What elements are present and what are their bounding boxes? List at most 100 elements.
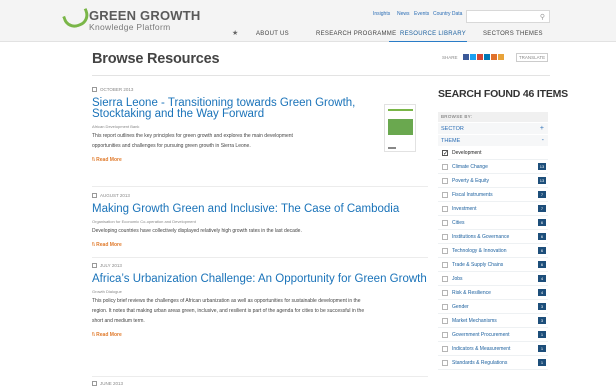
theme-filter-item[interactable]: Government Procurement 1 (438, 328, 548, 342)
leaf-logo-icon (64, 9, 86, 27)
search-input[interactable]: ⚲ (466, 10, 550, 23)
theme-filter-label[interactable]: Market Mechanisms (452, 318, 497, 324)
checkbox[interactable] (442, 147, 448, 161)
theme-filter-label[interactable]: Gender (452, 304, 469, 310)
theme-filter-label[interactable]: Development (452, 150, 481, 156)
theme-filter-item[interactable]: Technology & Innovation 6 (438, 244, 548, 258)
resource-title-link[interactable]: Making Growth Green and Inclusive: The C… (92, 203, 428, 215)
page-title: Browse Resources (92, 51, 220, 67)
theme-filter-item[interactable]: Investment 7 (438, 202, 548, 216)
theme-filter-item[interactable]: Institutions & Governance 6 (438, 230, 548, 244)
search-icon[interactable]: ⚲ (540, 13, 545, 21)
nav-research-programme[interactable]: RESEARCH PROGRAMME (316, 31, 396, 37)
theme-filter-label[interactable]: Investment (452, 206, 476, 212)
email-icon[interactable] (491, 54, 497, 60)
more-share-icon[interactable] (498, 54, 504, 60)
resource-thumbnail[interactable] (384, 104, 416, 152)
resource-org: Growth Dialogue (92, 289, 122, 294)
site-header: GREEN GROWTH Knowledge Platform Insights… (0, 0, 616, 43)
theme-filter-label[interactable]: Standards & Regulations (452, 360, 507, 366)
count-badge: 6 (538, 261, 546, 268)
checkbox[interactable] (442, 346, 448, 352)
count-badge: 4 (538, 289, 546, 296)
theme-filter-label[interactable]: Climate Change (452, 164, 488, 170)
theme-filter-label[interactable]: Institutions & Governance (452, 234, 509, 240)
calendar-icon (92, 263, 97, 268)
count-badge: 3 (538, 303, 546, 310)
theme-filter-label[interactable]: Jobs (452, 276, 463, 282)
theme-filter-item[interactable]: Standards & Regulations 1 (438, 356, 548, 370)
checkbox[interactable] (442, 262, 448, 268)
translate-button[interactable]: TRANSLATE (516, 53, 548, 62)
resource-title-link[interactable]: Sierra Leone - Transitioning towards Gre… (92, 97, 382, 120)
resource-date: AUGUST 2013 (100, 193, 130, 198)
count-badge: 13 (538, 177, 546, 184)
checkbox[interactable] (442, 318, 448, 324)
facebook-icon[interactable] (463, 54, 469, 60)
theme-filter-item[interactable]: Indicators & Measurement 1 (438, 342, 548, 356)
share-buttons (463, 54, 504, 60)
read-more-link[interactable]: \\ Read More (92, 242, 428, 248)
checkbox[interactable] (442, 248, 448, 254)
theme-filter-item[interactable]: Cities 6 (438, 216, 548, 230)
checkbox[interactable] (442, 276, 448, 282)
count-badge: 1 (538, 345, 546, 352)
theme-filter-item[interactable]: Trade & Supply Chains 6 (438, 258, 548, 272)
twitter-icon[interactable] (470, 54, 476, 60)
google-plus-icon[interactable] (477, 54, 483, 60)
resource-item: AUGUST 2013 Making Growth Green and Incl… (92, 193, 428, 248)
theme-filter-item[interactable]: Gender 3 (438, 300, 548, 314)
util-link-insights[interactable]: Insights (373, 11, 390, 17)
resource-date: JUNE 2013 (100, 381, 124, 386)
count-badge: 4 (538, 275, 546, 282)
checkbox[interactable] (442, 164, 448, 170)
read-more-link[interactable]: \\ Read More (92, 332, 428, 338)
theme-filter-item[interactable]: Climate Change 13 (438, 160, 548, 174)
theme-filter-label[interactable]: Technology & Innovation (452, 248, 506, 254)
theme-filter-item[interactable]: Risk & Resilience 4 (438, 286, 548, 300)
theme-filter-item[interactable]: Fiscal Instruments 7 (438, 188, 548, 202)
checkbox[interactable] (442, 332, 448, 338)
theme-filter-label[interactable]: Fiscal Instruments (452, 192, 493, 198)
theme-filter-item[interactable]: Poverty & Equity 13 (438, 174, 548, 188)
util-link-events[interactable]: Events (414, 11, 429, 17)
util-link-country-data[interactable]: Country Data (433, 11, 462, 17)
theme-filter-label[interactable]: Risk & Resilience (452, 290, 491, 296)
facet-theme[interactable]: THEME - (438, 134, 548, 146)
resource-title-link[interactable]: Africa’s Urbanization Challenge: An Oppo… (92, 273, 428, 285)
linkedin-icon[interactable] (484, 54, 490, 60)
filter-panel: BROWSE BY: SECTOR+ THEME- Development Cli… (438, 112, 548, 370)
theme-filter-label[interactable]: Government Procurement (452, 332, 510, 338)
facet-sector[interactable]: SECTOR + (438, 122, 548, 134)
theme-filter-item[interactable]: Development (438, 146, 548, 161)
theme-filter-label[interactable]: Cities (452, 220, 465, 226)
nav-sectors[interactable]: SECTORS (483, 31, 514, 37)
theme-filter-label[interactable]: Poverty & Equity (452, 178, 489, 184)
theme-filter-label[interactable]: Indicators & Measurement (452, 346, 510, 352)
checkbox[interactable] (442, 192, 448, 198)
count-badge: 6 (538, 219, 546, 226)
checkbox[interactable] (442, 234, 448, 240)
nav-themes[interactable]: THEMES (516, 31, 543, 37)
logo-line2: Knowledge Platform (89, 22, 171, 32)
count-badge: 6 (538, 233, 546, 240)
count-badge: 7 (538, 205, 546, 212)
logo-line1: GREEN GROWTH (89, 8, 201, 23)
theme-filter-label[interactable]: Trade & Supply Chains (452, 262, 503, 268)
checkbox[interactable] (442, 360, 448, 366)
resource-item: OCTOBER 2013 Sierra Leone - Transitionin… (92, 87, 382, 163)
checkbox[interactable] (442, 178, 448, 184)
count-badge: 6 (538, 247, 546, 254)
theme-filter-item[interactable]: Jobs 4 (438, 272, 548, 286)
util-link-news[interactable]: News (397, 11, 410, 17)
checkbox[interactable] (442, 290, 448, 296)
nav-about-us[interactable]: ABOUT US (256, 31, 289, 37)
theme-filter-item[interactable]: Market Mechanisms 3 (438, 314, 548, 328)
checkbox[interactable] (442, 220, 448, 226)
read-more-link[interactable]: \\ Read More (92, 157, 382, 163)
checkbox[interactable] (442, 304, 448, 310)
checkbox[interactable] (442, 206, 448, 212)
home-icon[interactable]: ★ (232, 29, 238, 37)
site-logo[interactable]: GREEN GROWTH Knowledge Platform (64, 9, 200, 32)
nav-resource-library[interactable]: RESOURCE LIBRARY (400, 31, 466, 37)
